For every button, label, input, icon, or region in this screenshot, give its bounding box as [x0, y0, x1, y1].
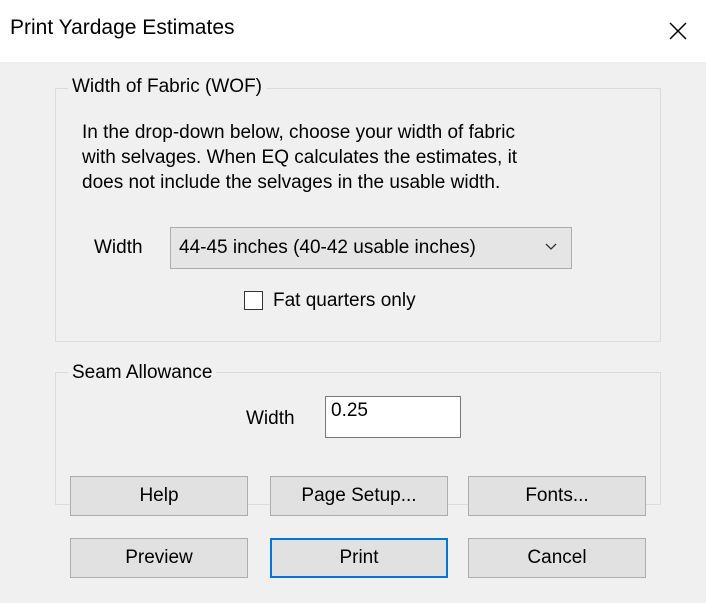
dialog-body: Width of Fabric (WOF) In the drop-down b… [0, 62, 706, 603]
close-icon [669, 22, 687, 40]
fat-quarters-label: Fat quarters only [273, 290, 416, 311]
wof-description-line-2: with selvages. When EQ calculates the es… [82, 147, 518, 168]
chevron-down-icon [545, 243, 557, 250]
page-setup-button[interactable]: Page Setup... [270, 476, 448, 516]
preview-button[interactable]: Preview [70, 538, 248, 578]
window-title: Print Yardage Estimates [10, 16, 235, 39]
fat-quarters-checkbox[interactable] [244, 291, 263, 310]
fonts-button[interactable]: Fonts... [468, 476, 646, 516]
wof-description-line-1: In the drop-down below, choose your widt… [82, 122, 516, 143]
wof-width-label: Width [94, 237, 143, 258]
fabric-width-dropdown[interactable]: 44-45 inches (40-42 usable inches) [170, 227, 572, 269]
seam-width-input[interactable]: 0.25 [325, 396, 461, 438]
fabric-width-selected: 44-45 inches (40-42 usable inches) [179, 237, 476, 258]
wof-description-line-3: does not include the selvages in the usa… [82, 172, 501, 193]
cancel-button[interactable]: Cancel [468, 538, 646, 578]
seam-width-label: Width [246, 408, 295, 429]
help-button[interactable]: Help [70, 476, 248, 516]
print-button[interactable]: Print [270, 538, 448, 578]
title-bar: Print Yardage Estimates [0, 0, 706, 62]
close-button[interactable] [650, 0, 706, 62]
wof-group-legend: Width of Fabric (WOF) [68, 76, 267, 98]
seam-allowance-legend: Seam Allowance [68, 362, 217, 384]
seam-width-value: 0.25 [331, 400, 368, 421]
